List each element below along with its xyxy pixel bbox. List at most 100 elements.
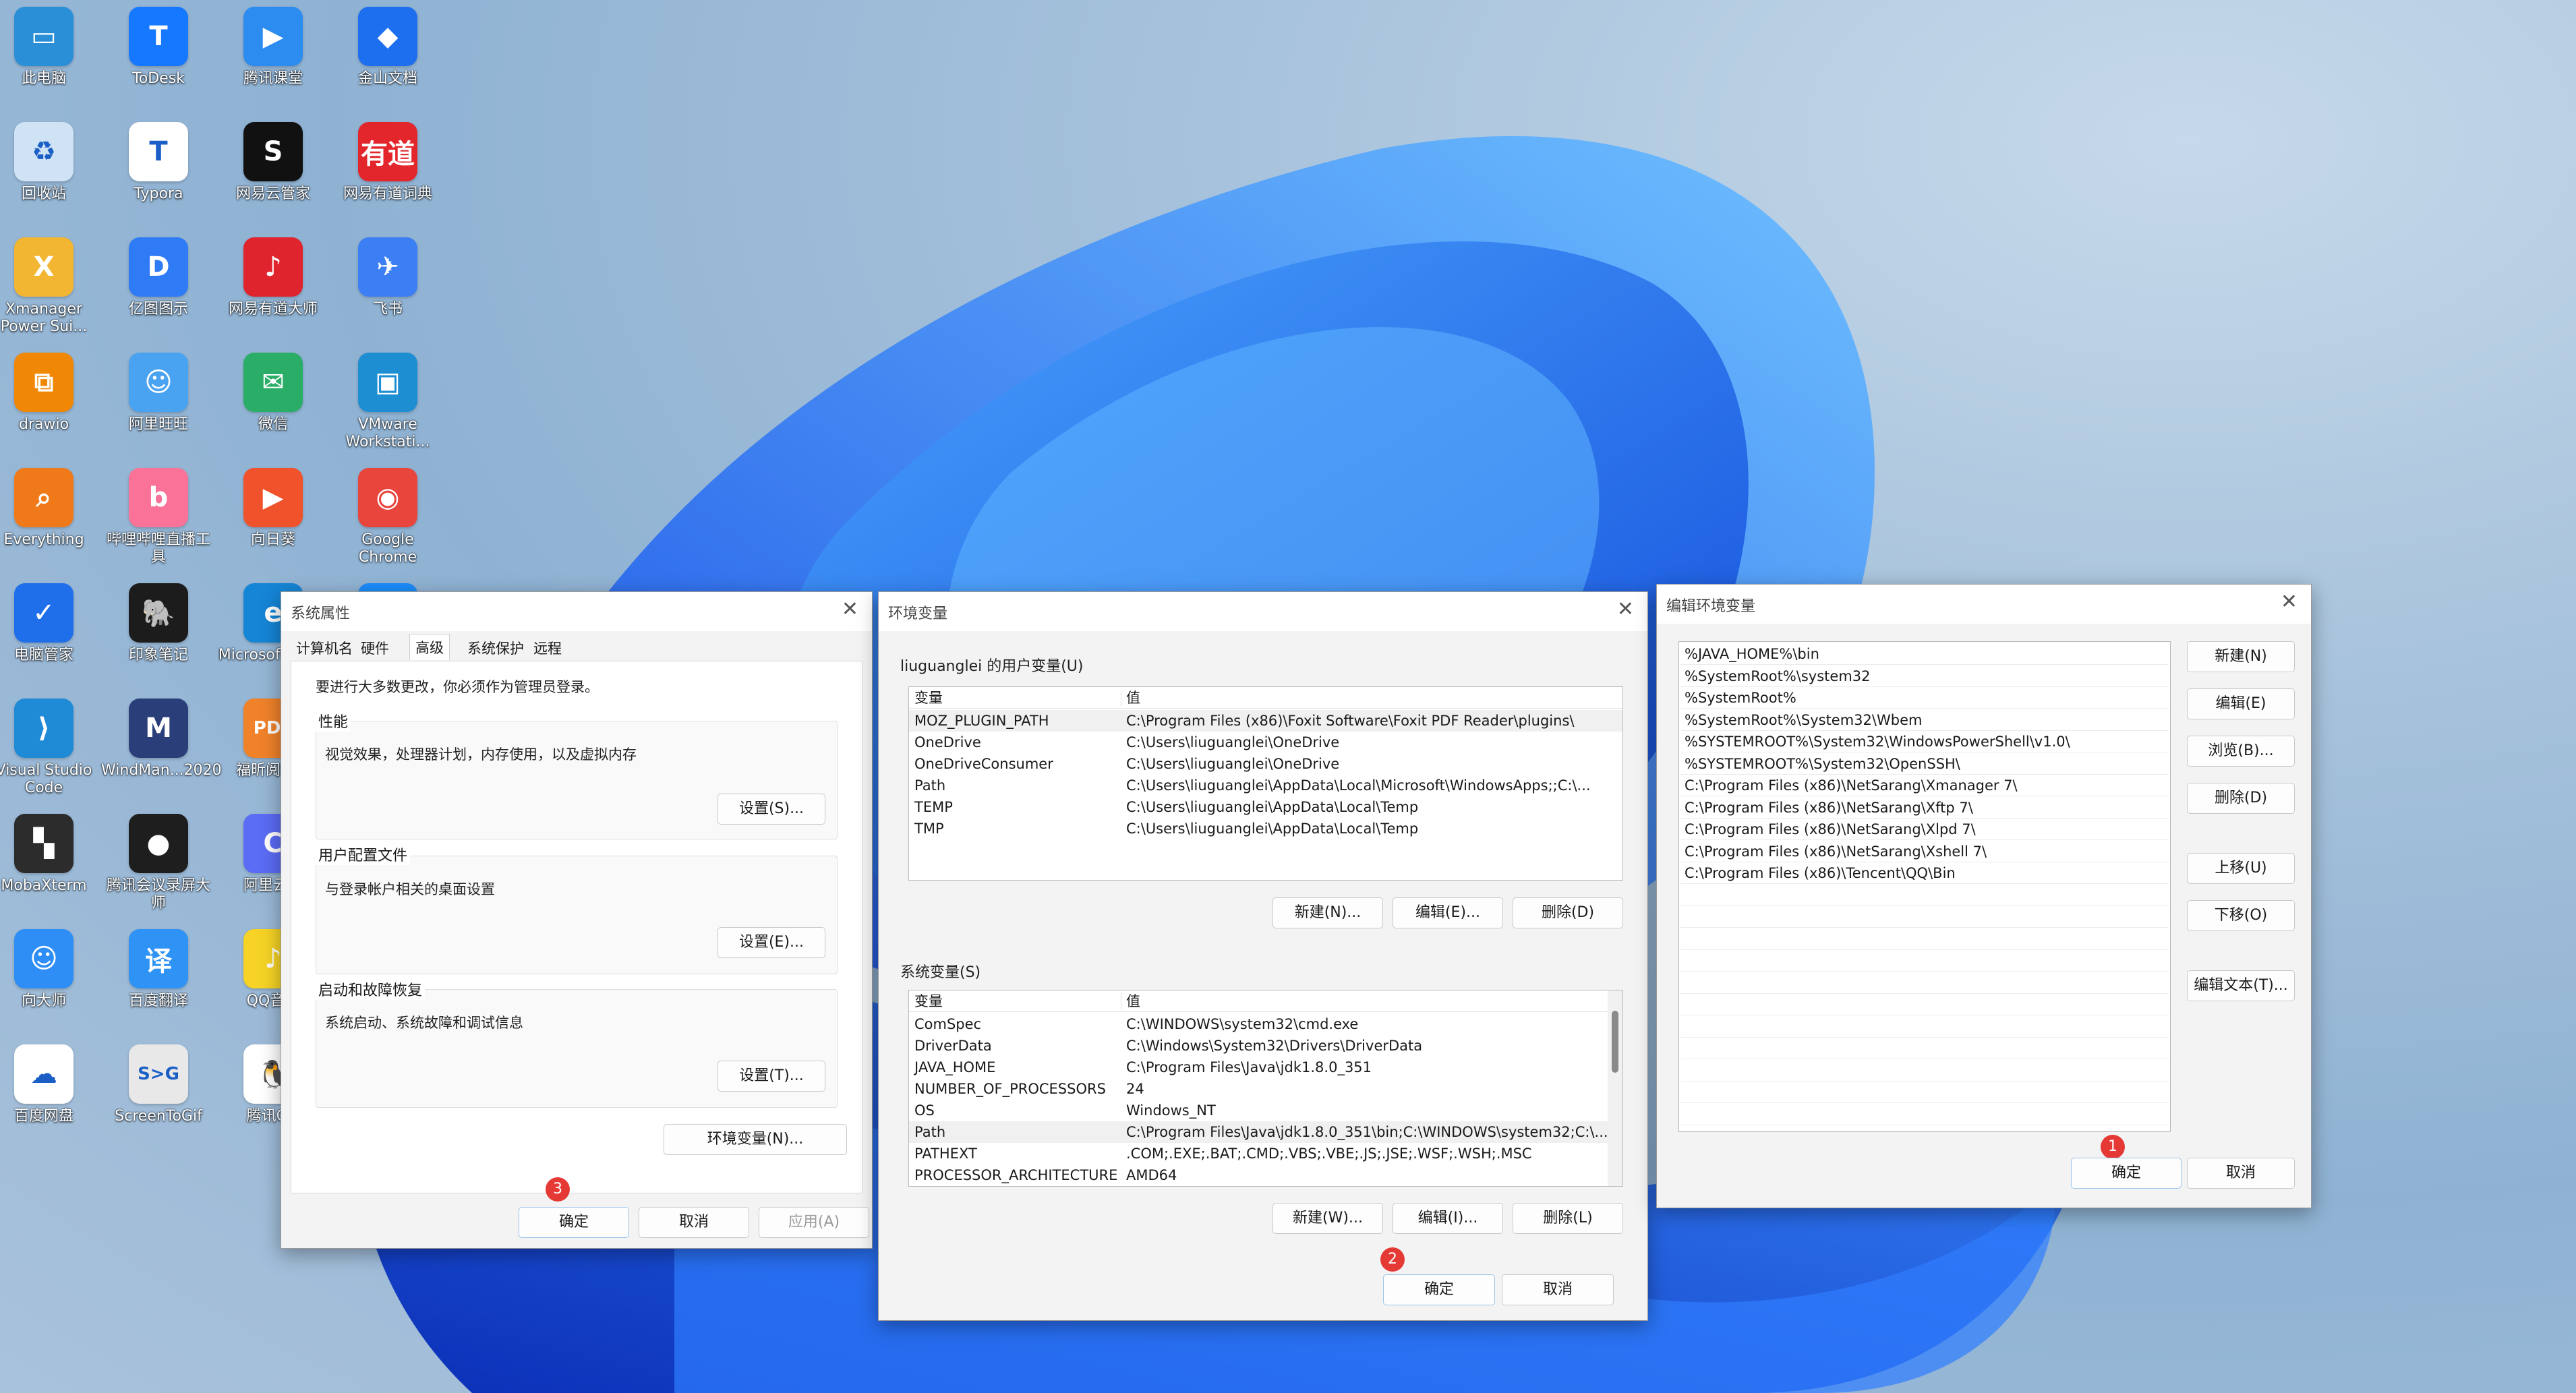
desktop-icon-vscode[interactable]: ⟩ Visual Studio Code [0, 699, 101, 797]
startup-recovery-settings-button[interactable]: 设置(T)... [718, 1061, 825, 1092]
desktop-icon-wechat[interactable]: ✉ 微信 [216, 353, 330, 434]
empty-path-row[interactable] [1680, 972, 2169, 994]
scrollbar-thumb[interactable] [1612, 1011, 1618, 1073]
table-row[interactable]: PATHEXT .COM;.EXE;.BAT;.CMD;.VBS;.VBE;.JS… [909, 1143, 1608, 1164]
desktop-icon-everything[interactable]: ⌕ Everything [0, 468, 101, 549]
desktop-icon-aliwangwang[interactable]: ☺ 阿里旺旺 [101, 353, 216, 434]
move-down-button[interactable]: 下移(O) [2187, 900, 2295, 931]
desktop-icon-mobaxterm[interactable]: ▚ MobaXterm [0, 814, 101, 895]
move-up-button[interactable]: 上移(U) [2187, 853, 2295, 884]
path-entry[interactable]: %SYSTEMROOT%\System32\OpenSSH\ [1680, 753, 2169, 775]
path-entry[interactable]: %SystemRoot%\System32\Wbem [1680, 709, 2169, 731]
table-row[interactable]: NUMBER_OF_PROCESSORS 24 [909, 1078, 1608, 1100]
empty-path-row[interactable] [1680, 1060, 2169, 1081]
ok-button[interactable]: 确定 [2071, 1158, 2182, 1189]
tab-system-protection[interactable]: 系统保护 [467, 638, 524, 658]
close-icon[interactable]: ✕ [842, 597, 858, 621]
environment-variables-button[interactable]: 环境变量(N)... [664, 1124, 847, 1155]
close-icon[interactable]: ✕ [2281, 590, 2297, 614]
cancel-button[interactable]: 取消 [2187, 1158, 2295, 1189]
desktop-icon-bilibili[interactable]: b 哔哩哔哩直播工具 [101, 468, 216, 566]
desktop-icon-typora[interactable]: T Typora [101, 122, 216, 203]
desktop-icon-chrome[interactable]: ◉ Google Chrome [330, 468, 445, 566]
user-profiles-settings-button[interactable]: 设置(E)... [718, 927, 825, 958]
column-header-value[interactable]: 值 [1126, 687, 1140, 709]
empty-path-row[interactable] [1680, 906, 2169, 928]
system-delete-button[interactable]: 删除(L) [1513, 1203, 1623, 1234]
cancel-button[interactable]: 取消 [1502, 1274, 1614, 1305]
desktop-icon-recycle-bin[interactable]: ♻ 回收站 [0, 122, 101, 203]
tab-computer-name[interactable]: 计算机名 [296, 638, 353, 658]
column-header-variable[interactable]: 变量 [914, 687, 943, 709]
table-row[interactable]: OneDriveConsumer C:\Users\liuguanglei\One… [909, 753, 1622, 775]
ok-button[interactable]: 确定 [519, 1207, 629, 1238]
desktop-icon-tencent-class[interactable]: ▶ 腾讯课堂 [216, 7, 330, 88]
desktop-icon-mindmanager[interactable]: M WindMan...2020 [101, 699, 222, 779]
desktop-icon-pc-manager[interactable]: ✓ 电脑管家 [0, 583, 101, 664]
desktop-icon-youdao[interactable]: 有道 网易有道词典 [330, 122, 445, 203]
ok-button[interactable]: 确定 [1383, 1274, 1495, 1305]
table-row[interactable]: Path C:\Users\liuguanglei\AppData\Local\M… [909, 775, 1622, 796]
path-entries-list[interactable]: %JAVA_HOME%\bin %SystemRoot%\system32 %Sys… [1678, 641, 2171, 1132]
desktop-icon-record[interactable]: ● 腾讯会议录屏大师 [101, 814, 216, 912]
table-row[interactable]: DriverData C:\Windows\System32\Drivers\Dr… [909, 1035, 1608, 1057]
user-edit-button[interactable]: 编辑(E)... [1393, 897, 1503, 928]
edit-entry-button[interactable]: 编辑(E) [2187, 688, 2295, 719]
tab-hardware[interactable]: 硬件 [361, 638, 389, 658]
table-row[interactable]: PROCESSOR_ARCHITECTURE AMD64 [909, 1164, 1608, 1186]
desktop-icon-master[interactable]: ☺ 向大师 [0, 929, 101, 1010]
column-header-variable[interactable]: 变量 [914, 990, 943, 1012]
delete-entry-button[interactable]: 删除(D) [2187, 783, 2295, 814]
empty-path-row[interactable] [1680, 1038, 2169, 1059]
system-edit-button[interactable]: 编辑(I)... [1393, 1203, 1503, 1234]
desktop-icon-xmanager[interactable]: X Xmanager Power Sui... [0, 237, 101, 336]
table-row[interactable]: OneDrive C:\Users\liuguanglei\OneDrive [909, 732, 1622, 753]
desktop-icon-baidu-netdisk[interactable]: ☁ 百度网盘 [0, 1044, 101, 1125]
path-entry[interactable]: C:\Program Files (x86)\Tencent\QQ\Bin [1680, 862, 2169, 884]
desktop-icon-monitor[interactable]: ▭ 此电脑 [0, 7, 101, 88]
user-new-button[interactable]: 新建(N)... [1272, 897, 1383, 928]
desktop-icon-feishu[interactable]: ✈ 飞书 [330, 237, 445, 318]
browse-button[interactable]: 浏览(B)... [2187, 736, 2295, 767]
empty-path-row[interactable] [1680, 928, 2169, 950]
tab-advanced[interactable]: 高级 [409, 634, 450, 660]
desktop-icon-kdocs[interactable]: ◆ 金山文档 [330, 7, 445, 88]
table-row[interactable]: ComSpec C:\WINDOWS\system32\cmd.exe [909, 1013, 1608, 1035]
desktop-icon-netease-music[interactable]: ♪ 网易有道大师 [216, 237, 330, 318]
path-entry[interactable]: %JAVA_HOME%\bin [1680, 643, 2169, 665]
desktop-icon-sunlogin[interactable]: ▶ 向日葵 [216, 468, 330, 549]
path-entry[interactable]: C:\Program Files (x86)\NetSarang\Xshell … [1680, 841, 2169, 862]
path-entry[interactable]: C:\Program Files (x86)\NetSarang\Xlpd 7\ [1680, 819, 2169, 840]
desktop-icon-screentogif[interactable]: S>G ScreenToGif [101, 1044, 216, 1125]
new-entry-button[interactable]: 新建(N) [2187, 641, 2295, 672]
table-row[interactable]: Path C:\Program Files\Java\jdk1.8.0_351\b… [909, 1121, 1608, 1143]
desktop-icon-evernote[interactable]: 🐘 印象笔记 [101, 583, 216, 664]
path-entry[interactable]: C:\Program Files (x86)\NetSarang\Xmanage… [1680, 775, 2169, 796]
table-row[interactable]: OS Windows_NT [909, 1100, 1608, 1121]
table-row[interactable]: JAVA_HOME C:\Program Files\Java\jdk1.8.0_… [909, 1057, 1608, 1078]
close-icon[interactable]: ✕ [1617, 597, 1634, 621]
tab-remote[interactable]: 远程 [533, 638, 562, 658]
empty-path-row[interactable] [1680, 994, 2169, 1015]
table-row[interactable]: TEMP C:\Users\liuguanglei\AppData\Local\T… [909, 796, 1622, 818]
column-header-value[interactable]: 值 [1126, 990, 1140, 1012]
empty-path-row[interactable] [1680, 950, 2169, 972]
desktop-icon-baidu-translate[interactable]: 译百度翻译 [101, 929, 216, 1010]
system-variables-list[interactable]: 变量 值 ComSpec C:\WINDOWS\system32\cmd.exe D… [908, 990, 1623, 1187]
apply-button[interactable]: 应用(A) [759, 1207, 869, 1238]
system-new-button[interactable]: 新建(W)... [1272, 1203, 1383, 1234]
path-entry[interactable]: %SystemRoot% [1680, 687, 2169, 709]
desktop-icon-todesk[interactable]: T ToDesk [101, 7, 216, 88]
path-entry[interactable]: %SystemRoot%\system32 [1680, 665, 2169, 687]
empty-path-row[interactable] [1680, 885, 2169, 906]
desktop-icon-vmware[interactable]: ▣ VMware Workstati... [330, 353, 445, 451]
user-variables-list[interactable]: 变量 值 MOZ_PLUGIN_PATH C:\Program Files (x8… [908, 686, 1623, 881]
table-row[interactable]: MOZ_PLUGIN_PATH C:\Program Files (x86)\Fo… [909, 710, 1622, 732]
path-entry[interactable]: %SYSTEMROOT%\System32\WindowsPowerShell\… [1680, 731, 2169, 752]
empty-path-row[interactable] [1680, 1104, 2169, 1125]
edit-text-button[interactable]: 编辑文本(T)... [2187, 970, 2295, 1001]
path-entry[interactable]: C:\Program Files (x86)\NetSarang\Xftp 7\ [1680, 797, 2169, 819]
performance-settings-button[interactable]: 设置(S)... [718, 794, 825, 825]
user-delete-button[interactable]: 删除(D) [1513, 897, 1623, 928]
desktop-icon-drawio[interactable]: ⧉ drawio [0, 353, 101, 434]
